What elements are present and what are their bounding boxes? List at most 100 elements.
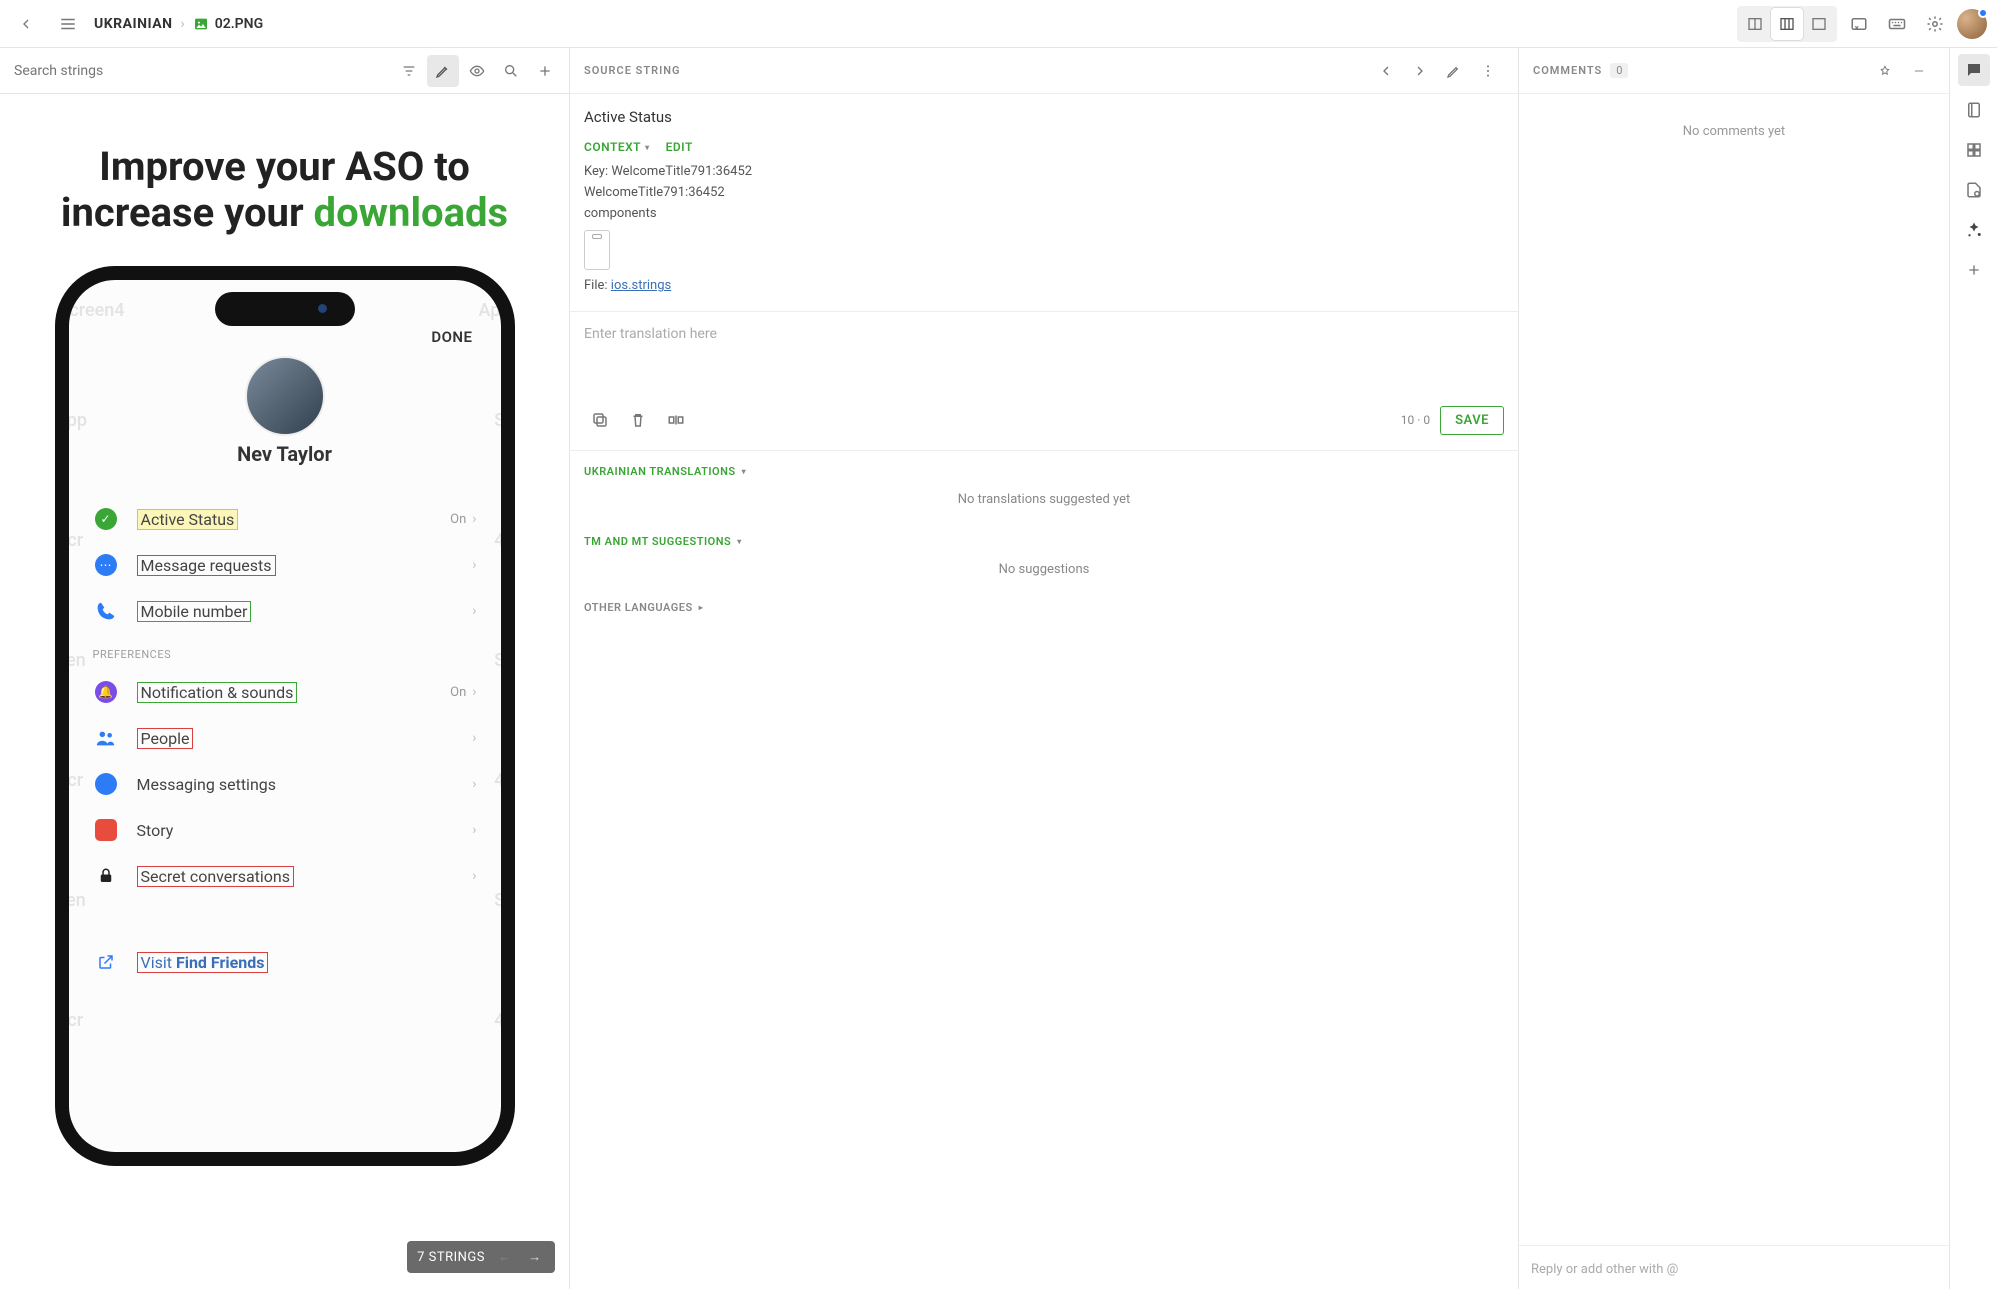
- prev-button[interactable]: [1370, 55, 1402, 87]
- profile-block: Nev Taylor: [93, 356, 477, 466]
- chevron-right-icon: ›: [472, 511, 476, 527]
- rail-file-icon[interactable]: [1958, 174, 1990, 206]
- left-panel: Improve your ASO to increase your downlo…: [0, 48, 570, 1289]
- search-row: [0, 48, 569, 94]
- copy-source-icon[interactable]: [584, 404, 616, 436]
- user-avatar[interactable]: [1957, 9, 1987, 39]
- chevron-right-icon: ›: [472, 730, 476, 746]
- layout-three-icon[interactable]: [1771, 8, 1803, 40]
- item-message-requests[interactable]: ⋯ Message requests ›: [93, 542, 477, 588]
- edit-context-button[interactable]: EDIT: [666, 140, 693, 154]
- breadcrumb-file[interactable]: 02.PNG: [193, 16, 263, 32]
- edit-mode-icon[interactable]: [427, 55, 459, 87]
- insert-placeholder-icon[interactable]: [660, 404, 692, 436]
- chevron-right-icon: ›: [472, 776, 476, 792]
- edit-source-icon[interactable]: [1438, 55, 1470, 87]
- people-icon: [93, 725, 119, 751]
- reply-input[interactable]: [1531, 1262, 1937, 1277]
- chevron-down-icon: ▾: [742, 467, 747, 476]
- breadcrumb: UKRAINIAN › 02.PNG: [94, 16, 263, 32]
- rail-glossary-icon[interactable]: [1958, 94, 1990, 126]
- string-meta: Key: WelcomeTitle791:36452 WelcomeTitle7…: [570, 154, 1518, 311]
- status-icon: ✓: [93, 506, 119, 532]
- comments-count: 0: [1610, 63, 1628, 78]
- topbar-right: [1737, 6, 1987, 42]
- profile-avatar: [245, 356, 325, 436]
- external-link-icon: [93, 949, 119, 975]
- pin-icon[interactable]: [1869, 55, 1901, 87]
- search-input[interactable]: [8, 57, 393, 85]
- more-icon[interactable]: [1472, 55, 1504, 87]
- phone-icon: [93, 598, 119, 624]
- preferences-label: PREFERENCES: [93, 648, 477, 661]
- item-active-status[interactable]: ✓ Active Status On›: [93, 496, 477, 542]
- phone-mockup: Screen4App 4ppSc Scr4p eenSc Scr4p eenSc…: [55, 266, 515, 1166]
- notification-dot-icon: [1978, 8, 1988, 18]
- item-secret[interactable]: Secret conversations ›: [93, 853, 477, 899]
- back-button[interactable]: [10, 8, 42, 40]
- strings-count: 7 STRINGS: [417, 1250, 485, 1265]
- layout-split-icon[interactable]: [1739, 8, 1771, 40]
- rail-tm-icon[interactable]: [1958, 134, 1990, 166]
- translation-input[interactable]: [584, 326, 1504, 386]
- other-languages-section[interactable]: OTHER LANGUAGES ▸: [570, 591, 1518, 624]
- chevron-right-icon: ›: [472, 557, 476, 573]
- bell-icon: 🔔: [93, 679, 119, 705]
- lock-icon: [93, 863, 119, 889]
- context-dropdown[interactable]: CONTEXT ▾: [584, 140, 650, 154]
- profile-name: Nev Taylor: [237, 442, 332, 466]
- file-link[interactable]: ios.strings: [611, 278, 671, 293]
- top-bar: UKRAINIAN › 02.PNG: [0, 0, 1997, 48]
- item-story[interactable]: Story ›: [93, 807, 477, 853]
- tm-section[interactable]: TM AND MT SUGGESTIONS ▾: [570, 521, 1518, 562]
- chevron-right-icon: ›: [472, 603, 476, 619]
- rail-comments-icon[interactable]: [1958, 54, 1990, 86]
- settings-icon[interactable]: [1919, 8, 1951, 40]
- char-counter: 10 · 0: [1401, 413, 1430, 427]
- preview-area: Improve your ASO to increase your downlo…: [0, 94, 569, 1289]
- source-string-title: SOURCE STRING: [584, 64, 681, 77]
- preview-icon[interactable]: [461, 55, 493, 87]
- item-find-friends[interactable]: Visit Find Friends: [93, 939, 477, 985]
- done-button[interactable]: DONE: [93, 308, 477, 356]
- comments-panel: COMMENTS 0 No comments yet: [1519, 48, 1949, 1289]
- chevron-down-icon: ▾: [737, 537, 742, 546]
- no-suggestions: No suggestions: [570, 562, 1518, 591]
- item-mobile-number[interactable]: Mobile number ›: [93, 588, 477, 634]
- item-people[interactable]: People ›: [93, 715, 477, 761]
- chevron-right-icon: ›: [472, 868, 476, 884]
- filter-icon[interactable]: [393, 55, 425, 87]
- no-translations: No translations suggested yet: [570, 492, 1518, 521]
- image-file-icon: [193, 16, 209, 32]
- right-rail: [1949, 48, 1997, 1289]
- translations-section[interactable]: UKRAINIAN TRANSLATIONS ▾: [570, 451, 1518, 492]
- add-icon[interactable]: [529, 55, 561, 87]
- collapse-icon[interactable]: [1903, 55, 1935, 87]
- item-messaging-settings[interactable]: Messaging settings ›: [93, 761, 477, 807]
- breadcrumb-language[interactable]: UKRAINIAN: [94, 16, 172, 32]
- editor-panel: SOURCE STRING Active Status CONTEXT ▾ ED…: [570, 48, 1519, 1289]
- no-comments: No comments yet: [1519, 94, 1949, 1245]
- next-button[interactable]: [1404, 55, 1436, 87]
- chevron-right-icon: ›: [472, 822, 476, 838]
- delete-icon[interactable]: [622, 404, 654, 436]
- rail-ai-icon[interactable]: [1958, 214, 1990, 246]
- chevron-down-icon: ▾: [645, 143, 650, 152]
- screenshot-icon[interactable]: [1843, 8, 1875, 40]
- story-icon: [93, 817, 119, 843]
- zoom-icon[interactable]: [495, 55, 527, 87]
- menu-button[interactable]: [52, 8, 84, 40]
- layout-full-icon[interactable]: [1803, 8, 1835, 40]
- keyboard-icon[interactable]: [1881, 8, 1913, 40]
- source-string-text: Active Status: [570, 94, 1518, 140]
- chevron-right-icon: ▸: [699, 603, 704, 612]
- layout-switcher: [1737, 6, 1837, 42]
- save-button[interactable]: SAVE: [1440, 406, 1504, 435]
- rail-add-icon[interactable]: [1958, 254, 1990, 286]
- item-notification[interactable]: 🔔 Notification & sounds On›: [93, 669, 477, 715]
- breadcrumb-sep-icon: ›: [180, 16, 184, 32]
- message-icon: ⋯: [93, 552, 119, 578]
- prev-string-icon[interactable]: ←: [495, 1249, 515, 1265]
- next-string-icon[interactable]: →: [525, 1249, 545, 1265]
- screenshot-thumb[interactable]: [584, 230, 610, 270]
